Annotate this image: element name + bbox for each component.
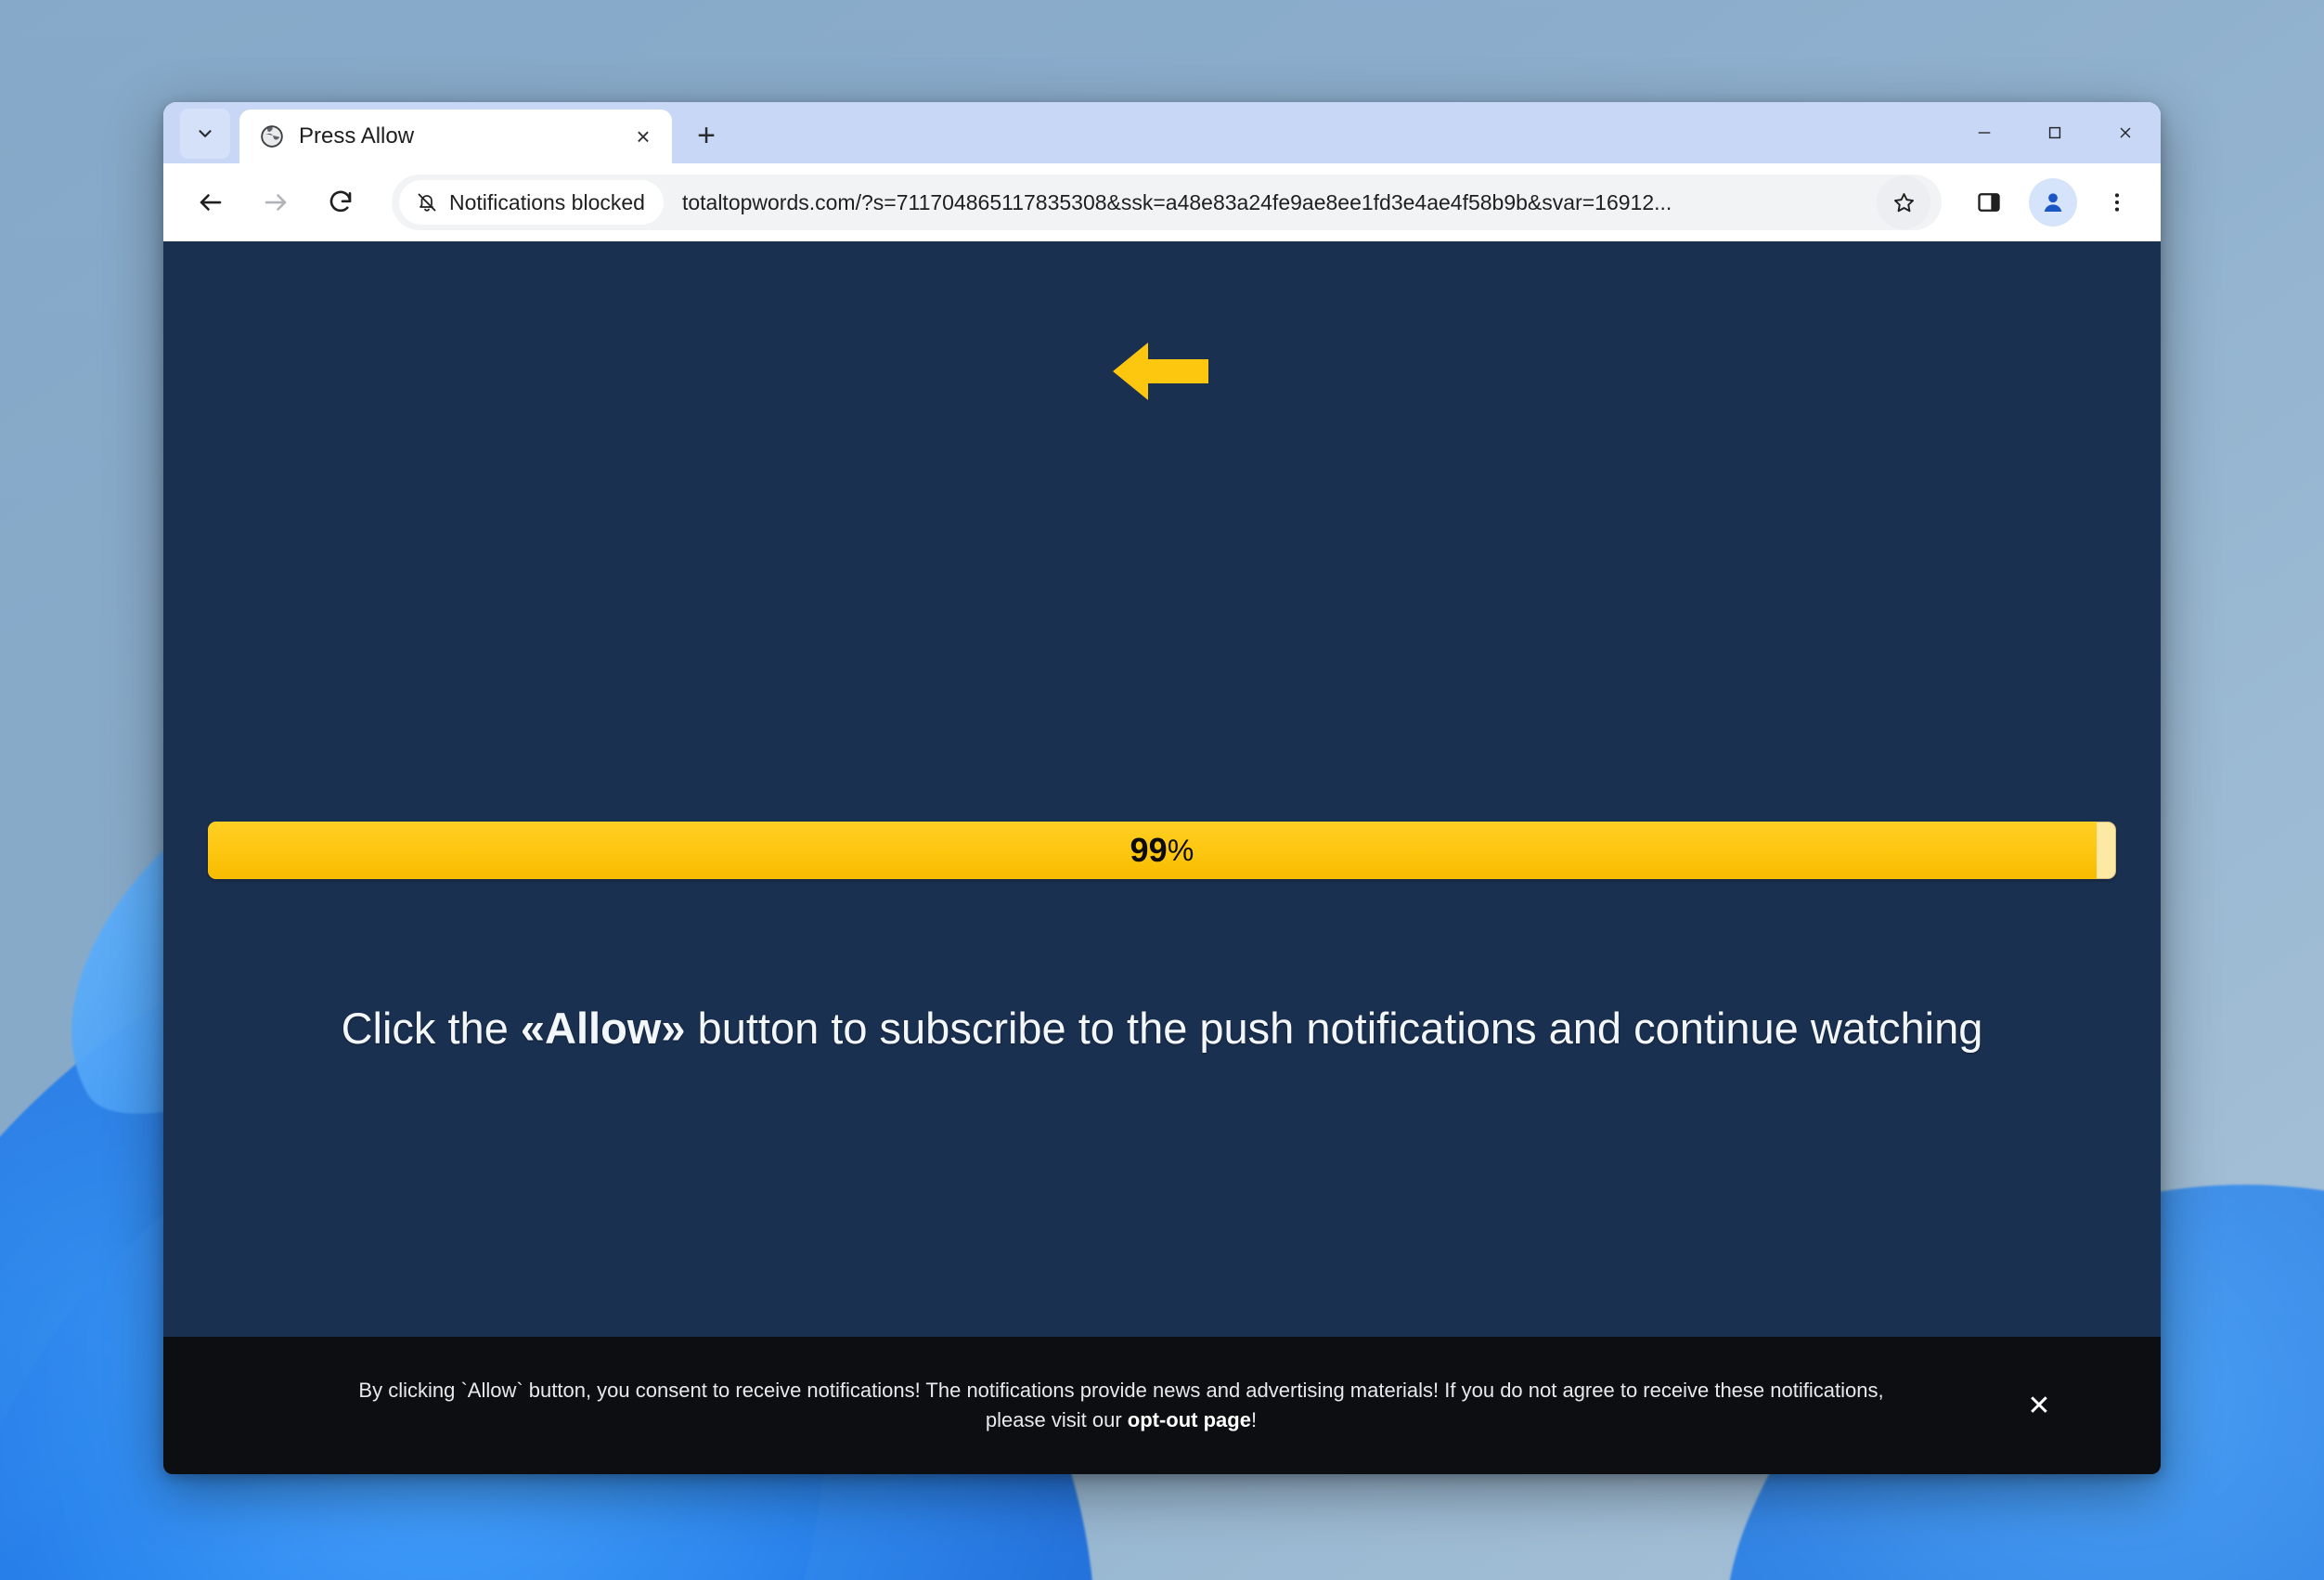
progress-bar-label: 99% xyxy=(208,822,2116,879)
tab-search-button[interactable] xyxy=(180,109,230,159)
headline-suffix: button to subscribe to the push notifica… xyxy=(685,1004,1983,1053)
tab-close-button[interactable]: × xyxy=(627,121,659,152)
progress-bar: 99% xyxy=(208,822,2116,879)
headline-prefix: Click the xyxy=(341,1004,521,1053)
profile-button[interactable] xyxy=(2029,178,2077,227)
chevron-down-icon xyxy=(199,130,212,137)
address-bar[interactable]: Notifications blocked totaltopwords.com/… xyxy=(392,175,1942,230)
reload-button[interactable] xyxy=(310,172,371,233)
forward-arrow-icon xyxy=(265,194,287,211)
window-close-button[interactable] xyxy=(2090,102,2161,163)
browser-window: Press Allow × + Notifications blocked to… xyxy=(163,102,2161,1474)
url-text: totaltopwords.com/?s=711704865117835308&… xyxy=(681,189,1672,214)
globe-icon xyxy=(260,124,284,149)
headline-emphasis: «Allow» xyxy=(520,1004,686,1053)
tab-title: Press Allow xyxy=(299,123,415,149)
new-tab-button[interactable]: + xyxy=(685,114,728,157)
star-icon xyxy=(1893,192,1914,212)
pointer-arrow xyxy=(1111,334,1213,408)
headline-message: Click the «Allow» button to subscribe to… xyxy=(163,1003,2161,1055)
consent-text-after-link: ! xyxy=(1250,1408,1258,1431)
opt-out-page-link[interactable]: opt-out page xyxy=(1128,1408,1251,1431)
consent-banner-close-button[interactable]: ✕ xyxy=(2014,1380,2064,1431)
page-content: 99% Click the «Allow» button to subscrib… xyxy=(163,241,2161,1474)
window-controls xyxy=(1949,102,2161,163)
window-maximize-button[interactable] xyxy=(2020,102,2090,163)
side-panel-icon xyxy=(1978,193,2000,212)
tab-strip: Press Allow × + xyxy=(163,102,2161,163)
progress-value: 99 xyxy=(1130,831,1168,869)
notifications-blocked-chip[interactable]: Notifications blocked xyxy=(399,180,664,225)
back-arrow-icon xyxy=(200,194,222,211)
consent-banner-text: By clicking `Allow` button, you consent … xyxy=(200,1376,2014,1435)
profile-avatar-icon xyxy=(2044,193,2062,212)
back-button[interactable] xyxy=(180,172,241,233)
three-dot-menu-icon xyxy=(2114,193,2120,212)
bookmark-button[interactable] xyxy=(1877,175,1930,229)
notifications-blocked-label: Notifications blocked xyxy=(449,189,645,214)
consent-banner: By clicking `Allow` button, you consent … xyxy=(163,1337,2161,1474)
reload-icon xyxy=(329,190,352,213)
browser-menu-button[interactable] xyxy=(2088,174,2146,231)
window-minimize-button[interactable] xyxy=(1949,102,2020,163)
bell-slash-icon xyxy=(418,193,436,212)
left-arrow-icon xyxy=(1113,343,1208,400)
browser-toolbar: Notifications blocked totaltopwords.com/… xyxy=(163,163,2161,241)
browser-tab[interactable]: Press Allow × xyxy=(239,110,672,163)
progress-percent-symbol: % xyxy=(1167,833,1194,867)
side-panel-button[interactable] xyxy=(1960,174,2018,231)
forward-button[interactable] xyxy=(245,172,306,233)
consent-text-before-link: By clicking `Allow` button, you consent … xyxy=(358,1379,1884,1431)
